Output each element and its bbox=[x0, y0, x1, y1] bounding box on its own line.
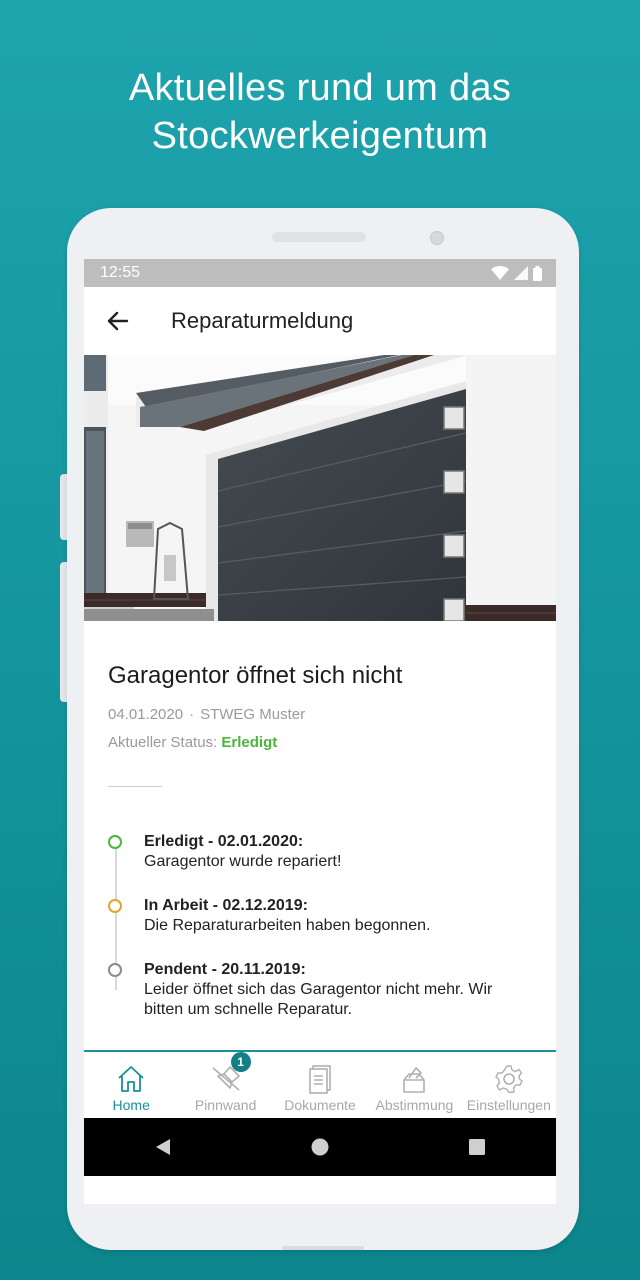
timeline-dot-pending bbox=[108, 963, 122, 977]
page-title: Reparaturmeldung bbox=[171, 308, 354, 333]
report-meta: 04.01.2020 · STWEG Muster bbox=[108, 705, 532, 725]
document-icon bbox=[309, 1065, 331, 1094]
report-title: Garagentor öffnet sich nicht bbox=[108, 662, 403, 689]
timeline-text: Garagentor wurde repariert! bbox=[144, 853, 342, 870]
timeline-heading: In Arbeit - 02.12.2019: bbox=[144, 897, 308, 914]
promo-headline: Aktuelles rund um das Stockwerkeigentum bbox=[0, 64, 640, 160]
phone-camera bbox=[430, 231, 444, 245]
status-time: 12:55 bbox=[100, 264, 141, 281]
report-date: 04.01.2020 bbox=[108, 706, 184, 723]
content-divider bbox=[108, 786, 162, 787]
current-status: Aktueller Status: Erledigt bbox=[108, 734, 532, 751]
signal-icon bbox=[514, 266, 528, 280]
tab-abstimmung[interactable]: Abstimmung bbox=[367, 1052, 461, 1120]
timeline-heading: Erledigt - 02.01.2020: bbox=[144, 833, 304, 850]
tab-home[interactable]: Home bbox=[84, 1052, 178, 1120]
headline-line-2: Stockwerkeigentum bbox=[151, 115, 489, 157]
timeline-dot-in-progress bbox=[108, 899, 122, 913]
report-property: STWEG Muster bbox=[200, 706, 306, 723]
tab-dokumente[interactable]: Dokumente bbox=[273, 1052, 367, 1120]
status-timeline: Erledigt - 02.01.2020: Garagentor wurde … bbox=[108, 832, 532, 1020]
timeline-text: Die Reparaturarbeiten haben begonnen. bbox=[144, 917, 431, 934]
tab-einstellungen-label: Einstellungen bbox=[466, 1097, 551, 1113]
notification-badge: 1 bbox=[230, 1052, 251, 1072]
android-nav-bar bbox=[84, 1118, 556, 1176]
timeline-dot-done bbox=[108, 835, 122, 849]
status-icons bbox=[491, 265, 542, 281]
timeline-item: In Arbeit - 02.12.2019: Die Reparaturarb… bbox=[108, 896, 532, 936]
phone-frame: 12:55 Reparaturmeldung Garagentor öffnet… bbox=[67, 208, 579, 1250]
status-label: Aktueller Status: bbox=[108, 734, 218, 751]
timeline-text: Leider öffnet sich das Garagentor nicht … bbox=[144, 981, 493, 1018]
bottom-tab-bar: Home 1 Pinnwand Dokumente Abstimmung Ein… bbox=[84, 1050, 556, 1120]
tab-home-label: Home bbox=[112, 1097, 150, 1113]
back-button[interactable] bbox=[84, 287, 152, 355]
wifi-icon bbox=[491, 266, 509, 280]
arrow-left-icon bbox=[107, 311, 129, 331]
report-content: Garagentor öffnet sich nicht 04.01.2020 ·… bbox=[84, 661, 556, 1020]
tab-abstimmung-label: Abstimmung bbox=[375, 1097, 454, 1113]
status-badge: Erledigt bbox=[221, 734, 278, 751]
timeline-item: Erledigt - 02.01.2020: Garagentor wurde … bbox=[108, 832, 532, 872]
timeline-item: Pendent - 20.11.2019: Leider öffnet sich… bbox=[108, 960, 532, 1020]
phone-speaker bbox=[272, 232, 366, 242]
gear-icon bbox=[495, 1065, 523, 1094]
ballot-icon bbox=[403, 1067, 426, 1093]
meta-separator: · bbox=[189, 706, 195, 723]
battery-icon bbox=[533, 265, 542, 281]
tab-dokumente-label: Dokumente bbox=[284, 1097, 356, 1113]
app-screen: 12:55 Reparaturmeldung Garagentor öffnet… bbox=[84, 259, 556, 1204]
tab-pinnwand-label: Pinnwand bbox=[194, 1097, 257, 1113]
status-bar: 12:55 bbox=[84, 259, 556, 287]
tab-pinnwand[interactable]: 1 Pinnwand bbox=[178, 1052, 272, 1120]
headline-line-1: Aktuelles rund um das bbox=[128, 67, 512, 109]
tab-einstellungen[interactable]: Einstellungen bbox=[462, 1052, 556, 1120]
timeline-heading: Pendent - 20.11.2019: bbox=[144, 961, 306, 978]
nav-recents-icon[interactable] bbox=[467, 1137, 487, 1157]
nav-home-icon[interactable] bbox=[310, 1137, 330, 1157]
app-bar: Reparaturmeldung bbox=[84, 287, 556, 355]
phone-bottom-edge bbox=[282, 1246, 364, 1250]
home-icon bbox=[118, 1066, 144, 1092]
garage-photo bbox=[84, 355, 556, 621]
nav-back-icon[interactable] bbox=[153, 1137, 173, 1157]
